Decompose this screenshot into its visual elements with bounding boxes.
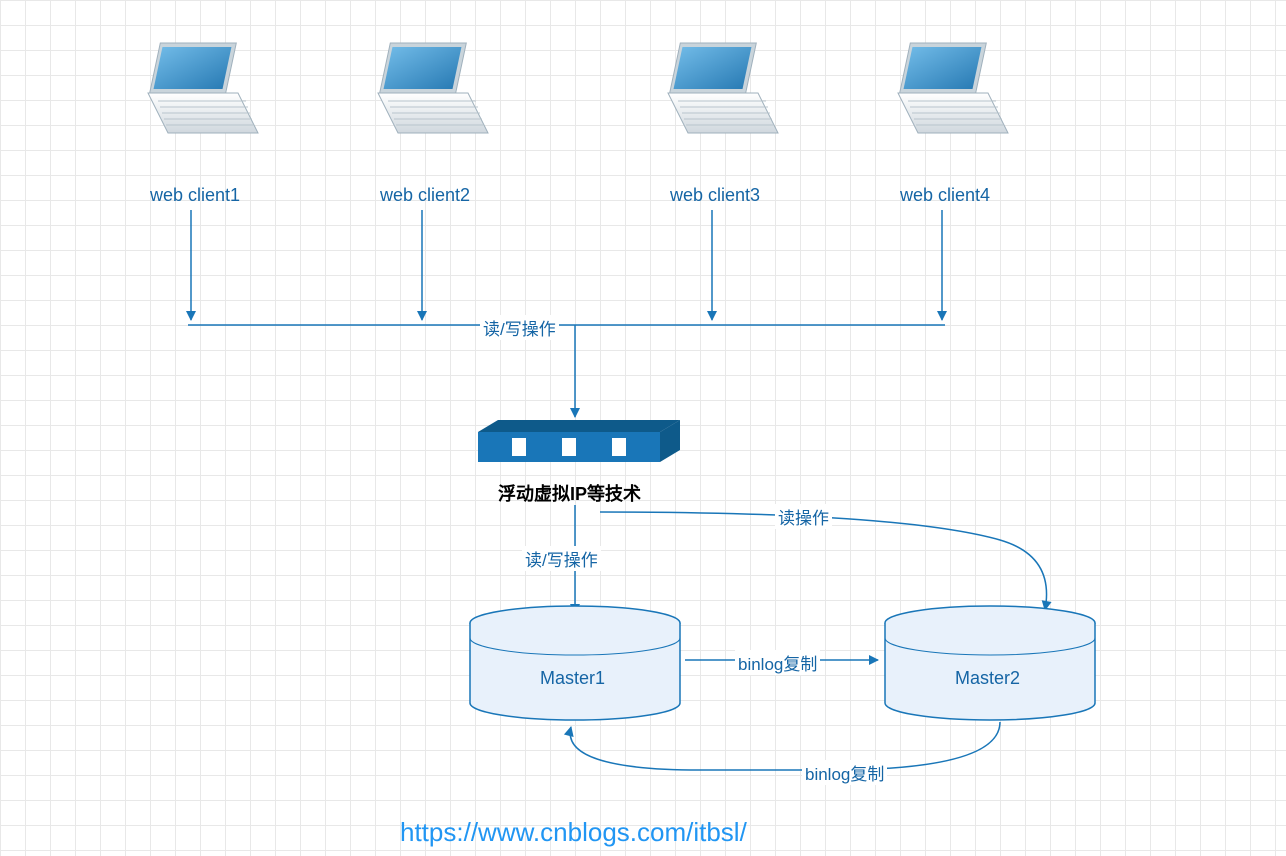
edge-label-sw-m1: 读/写操作 (522, 546, 601, 571)
edge-label-sw-m2: 读操作 (775, 504, 832, 529)
edge-m2-to-m1 (570, 722, 1000, 770)
laptop-1-icon (148, 43, 258, 133)
diagram-svg (0, 0, 1286, 856)
database-master1-icon (470, 606, 680, 720)
db2-label: Master2 (955, 668, 1020, 689)
edge-label-m1-m2: binlog复制 (735, 650, 820, 675)
client2-label: web client2 (370, 185, 480, 206)
source-url: https://www.cnblogs.com/itbsl/ (400, 817, 747, 848)
client4-label: web client4 (890, 185, 1000, 206)
laptop-3-icon (668, 43, 778, 133)
bus-label: 读/写操作 (480, 315, 559, 340)
switch-icon (478, 420, 680, 462)
laptop-4-icon (898, 43, 1008, 133)
edge-label-m2-m1: binlog复制 (802, 760, 887, 785)
client3-label: web client3 (660, 185, 770, 206)
db1-label: Master1 (540, 668, 605, 689)
database-master2-icon (885, 606, 1095, 720)
laptop-2-icon (378, 43, 488, 133)
switch-label: 浮动虚拟IP等技术 (498, 480, 641, 506)
client1-label: web client1 (140, 185, 250, 206)
